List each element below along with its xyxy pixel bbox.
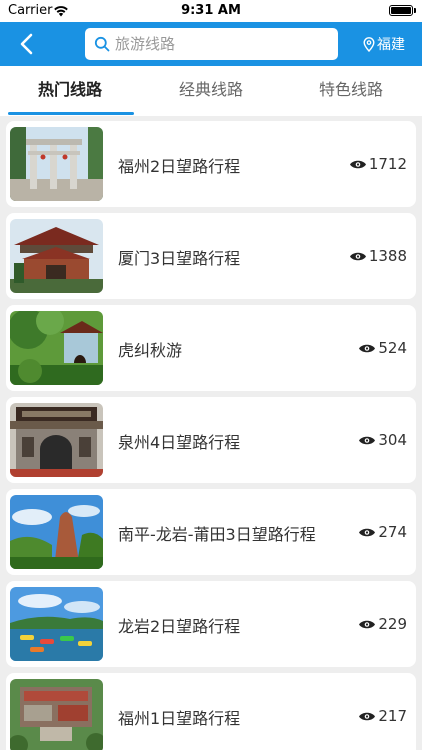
eye-icon: [349, 160, 366, 168]
view-count: 217: [358, 707, 407, 725]
battery-tip: [414, 8, 416, 13]
view-count-value: 1712: [368, 155, 407, 173]
route-thumbnail: [10, 127, 103, 201]
route-thumbnail: [10, 587, 103, 661]
route-title: 虎纠秋游: [118, 341, 183, 360]
view-count-value: 524: [378, 339, 407, 357]
route-card[interactable]: 南平-龙岩-莆田3日望路行程 274: [6, 489, 416, 575]
route-card[interactable]: 泉州4日望路行程 304: [6, 397, 416, 483]
view-count: 229: [358, 615, 407, 633]
view-count: 274: [358, 523, 407, 541]
route-thumbnail: [10, 679, 103, 750]
temple-photo: [10, 219, 103, 293]
tab-classic-routes[interactable]: 经典线路: [141, 66, 281, 116]
route-card[interactable]: 龙岩2日望路行程 229: [6, 581, 416, 667]
view-count: 304: [358, 431, 407, 449]
route-card[interactable]: 福州1日望路行程 217: [6, 673, 416, 750]
navigation-bar: 福建: [0, 22, 422, 66]
view-count-value: 217: [378, 707, 407, 725]
lake-boats-photo: [10, 587, 103, 661]
eye-icon: [359, 620, 376, 628]
eye-icon: [359, 344, 376, 352]
eye-icon: [349, 252, 366, 260]
view-count: 1712: [349, 155, 407, 173]
battery-icon: [389, 5, 413, 16]
route-title: 泉州4日望路行程: [118, 433, 241, 452]
tab-popular-routes[interactable]: 热门线路: [0, 66, 140, 116]
route-card[interactable]: 虎纠秋游 524: [6, 305, 416, 391]
route-title: 厦门3日望路行程: [118, 249, 241, 268]
aerial-complex-photo: [10, 679, 103, 750]
search-icon: [94, 36, 110, 52]
eye-icon: [359, 712, 376, 720]
view-count: 1388: [349, 247, 407, 265]
view-count-value: 1388: [368, 247, 407, 265]
back-arrow-icon[interactable]: [14, 31, 40, 57]
location-selector[interactable]: 福建: [363, 34, 405, 54]
route-title: 龙岩2日望路行程: [118, 617, 241, 636]
route-thumbnail: [10, 219, 103, 293]
route-thumbnail: [10, 403, 103, 477]
location-pin-icon: [363, 36, 375, 52]
museum-gate-photo: [10, 403, 103, 477]
view-count: 524: [358, 339, 407, 357]
status-bar: Carrier 9:31 AM: [0, 0, 422, 22]
tab-featured-routes[interactable]: 特色线路: [281, 66, 421, 116]
route-thumbnail: [10, 311, 103, 385]
route-title: 福州2日望路行程: [118, 157, 241, 176]
mountain-photo: [10, 495, 103, 569]
route-card[interactable]: 厦门3日望路行程 1388: [6, 213, 416, 299]
route-title: 南平-龙岩-莆田3日望路行程: [118, 525, 316, 544]
garden-photo: [10, 311, 103, 385]
view-count-value: 229: [378, 615, 407, 633]
view-count-value: 304: [378, 431, 407, 449]
location-label: 福建: [377, 37, 405, 53]
eye-icon: [359, 436, 376, 444]
active-tab-indicator: [8, 112, 134, 115]
stone-gate-photo: [10, 127, 103, 201]
route-thumbnail: [10, 495, 103, 569]
clock: 9:31 AM: [181, 3, 241, 18]
route-title: 福州1日望路行程: [118, 709, 241, 728]
eye-icon: [359, 528, 376, 536]
search-box[interactable]: [85, 28, 338, 60]
search-input[interactable]: [115, 28, 330, 60]
route-card[interactable]: 福州2日望路行程 1712: [6, 121, 416, 207]
view-count-value: 274: [378, 523, 407, 541]
route-tabs: 热门线路 经典线路 特色线路: [0, 66, 422, 116]
